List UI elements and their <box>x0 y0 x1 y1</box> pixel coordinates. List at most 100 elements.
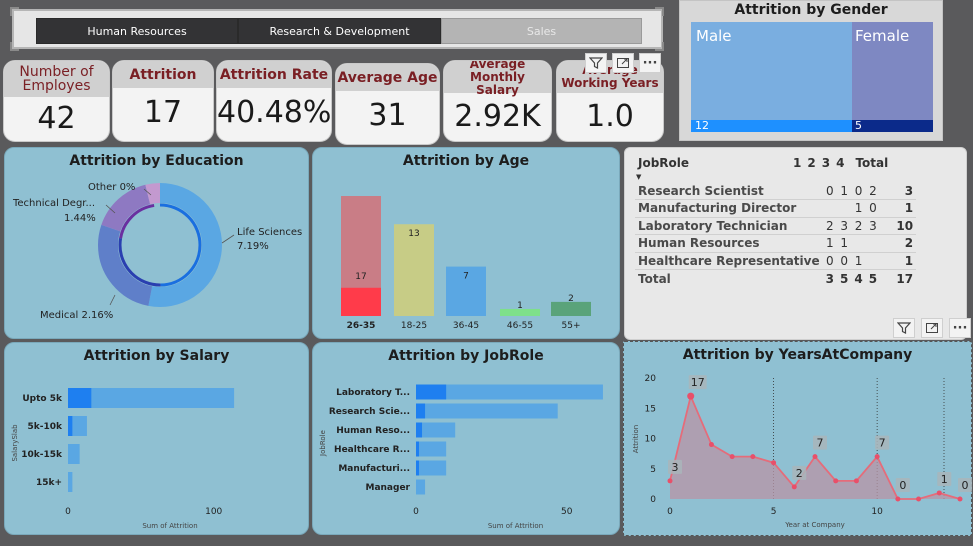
category-label: Healthcare R... <box>334 445 410 455</box>
years-point[interactable] <box>916 496 922 502</box>
kpi-average-monthly-salary: Average Monthly Salary 2.92K <box>443 60 552 142</box>
resize-handle-bl[interactable] <box>10 42 19 51</box>
matrix-row[interactable]: Laboratory Technician 2 3 2 3 10 <box>635 217 917 235</box>
years-point[interactable] <box>812 454 818 460</box>
matrix-cell: 0 <box>825 183 834 198</box>
age-bar-55+[interactable] <box>551 301 591 316</box>
matrix-total-row[interactable]: Total 3 5 4 5 17 <box>635 270 916 288</box>
years-point[interactable] <box>687 392 695 400</box>
filter-icon[interactable] <box>585 53 607 73</box>
male-bar: 12 <box>691 119 852 132</box>
jobrole-matrix: JobRole 1 2 3 4 Total <box>635 156 891 180</box>
matrix-row-total: 17 <box>896 271 914 286</box>
bar-3[interactable] <box>68 472 73 492</box>
focus-mode-icon[interactable] <box>612 53 634 73</box>
gender-title: Attrition by Gender <box>734 2 888 18</box>
bar-highlight-3[interactable] <box>416 441 420 457</box>
axis-y-title: JobRole <box>319 430 327 457</box>
kpi-value: 40.48% <box>217 95 332 130</box>
more-options-icon[interactable]: ··· <box>639 53 661 73</box>
years-point[interactable] <box>853 478 859 484</box>
female-tile[interactable]: Female 5 <box>852 22 933 132</box>
slicer-research-development[interactable]: Research & Development <box>238 18 441 44</box>
matrix-row[interactable]: Manufacturing Director 1 0 1 <box>635 200 917 218</box>
slicer-sales[interactable]: Sales <box>441 18 642 44</box>
matrix-row-total: 10 <box>896 218 914 233</box>
matrix-role: Healthcare Representative <box>638 253 820 268</box>
years-point[interactable] <box>771 460 777 466</box>
sort-desc-icon[interactable]: ▼ <box>636 173 641 181</box>
gender-panel: Attrition by Gender Male 12 Female 5 <box>679 0 943 141</box>
age-data-label: 13 <box>408 229 419 239</box>
bar-5[interactable] <box>416 479 426 495</box>
x-tick: 100 <box>205 507 222 517</box>
years-point[interactable] <box>750 454 756 460</box>
bar-4[interactable] <box>416 460 447 476</box>
bar-2[interactable] <box>68 444 80 464</box>
resize-handle-tr[interactable] <box>655 7 664 16</box>
years-point[interactable] <box>895 496 901 502</box>
category-label: 15k+ <box>36 478 62 488</box>
resize-handle-br[interactable] <box>655 42 664 51</box>
matrix-cell: 2 <box>854 218 863 233</box>
age-bar-highlight[interactable] <box>341 287 381 316</box>
bar-3[interactable] <box>416 441 447 457</box>
resize-handle-tl[interactable] <box>10 7 19 16</box>
matrix-row[interactable]: Human Resources 1 1 2 <box>635 235 917 253</box>
category-label: Upto 5k <box>22 394 63 404</box>
male-tile[interactable]: Male 12 <box>691 22 852 132</box>
matrix-header-jobrole[interactable]: JobRole <box>635 156 790 180</box>
x-tick: 5 <box>771 507 777 517</box>
matrix-row[interactable]: Research Scientist 0 1 0 2 3 <box>635 182 917 200</box>
label-medical: Medical 2.16% <box>40 310 114 321</box>
bar-highlight-4[interactable] <box>416 460 420 476</box>
matrix-role: Total <box>638 271 671 286</box>
kpi-value: 31 <box>368 98 407 133</box>
more-options-icon[interactable]: ··· <box>949 318 971 338</box>
years-point[interactable] <box>874 454 880 460</box>
kpi-number-of-employees: Number of Employes 42 <box>3 60 110 142</box>
matrix-cell: 2 <box>869 183 877 198</box>
matrix-row[interactable]: Healthcare Representative 0 0 1 1 <box>635 252 917 270</box>
years-point[interactable] <box>667 478 673 484</box>
female-value: 5 <box>855 119 862 132</box>
matrix-cell <box>866 252 880 270</box>
years-point[interactable] <box>791 484 797 490</box>
matrix-cell: 5 <box>839 271 849 286</box>
bar-1[interactable] <box>416 403 558 419</box>
kpi-title: Average Monthly Salary <box>444 61 551 96</box>
matrix-role: Manufacturing Director <box>638 201 797 216</box>
jobrole-table-panel: JobRole 1 2 3 4 Total ▼ Research Scienti… <box>624 147 967 340</box>
matrix-cell <box>823 200 837 218</box>
male-value: 12 <box>695 119 709 132</box>
category-label: Laboratory T... <box>336 388 410 398</box>
filter-icon[interactable] <box>893 318 915 338</box>
female-label: Female <box>855 27 910 45</box>
age-data-label: 2 <box>568 294 574 304</box>
bar-0[interactable] <box>68 388 235 408</box>
bar-highlight-1[interactable] <box>416 403 426 419</box>
years-point[interactable] <box>729 454 735 460</box>
matrix-cell: 0 <box>840 253 848 268</box>
x-tick: 10 <box>871 507 883 517</box>
bar-highlight-0[interactable] <box>416 384 447 400</box>
slicer-human-resources[interactable]: Human Resources <box>36 18 238 44</box>
age-panel: Attrition by Age 17 26-35 13 18-25 7 36-45 1 46… <box>312 147 620 339</box>
matrix-role: Human Resources <box>638 236 760 251</box>
x-tick: 50 <box>561 507 573 517</box>
matrix-col-2: 2 <box>807 156 816 170</box>
years-data-label: 7 <box>879 437 886 450</box>
years-point[interactable] <box>936 490 942 496</box>
matrix-cell: 0 <box>825 253 834 268</box>
bar-highlight-2[interactable] <box>416 422 423 438</box>
bar-highlight-0[interactable] <box>68 388 92 408</box>
focus-mode-icon[interactable] <box>921 318 943 338</box>
matrix-cell <box>866 235 880 253</box>
years-point[interactable] <box>957 496 963 502</box>
bar-highlight-1[interactable] <box>68 416 73 436</box>
years-point[interactable] <box>708 442 714 448</box>
matrix-cell: 5 <box>868 271 878 286</box>
kpi-value: 17 <box>143 95 183 130</box>
years-point[interactable] <box>833 478 839 484</box>
kpi-title: Average Age <box>336 64 439 91</box>
